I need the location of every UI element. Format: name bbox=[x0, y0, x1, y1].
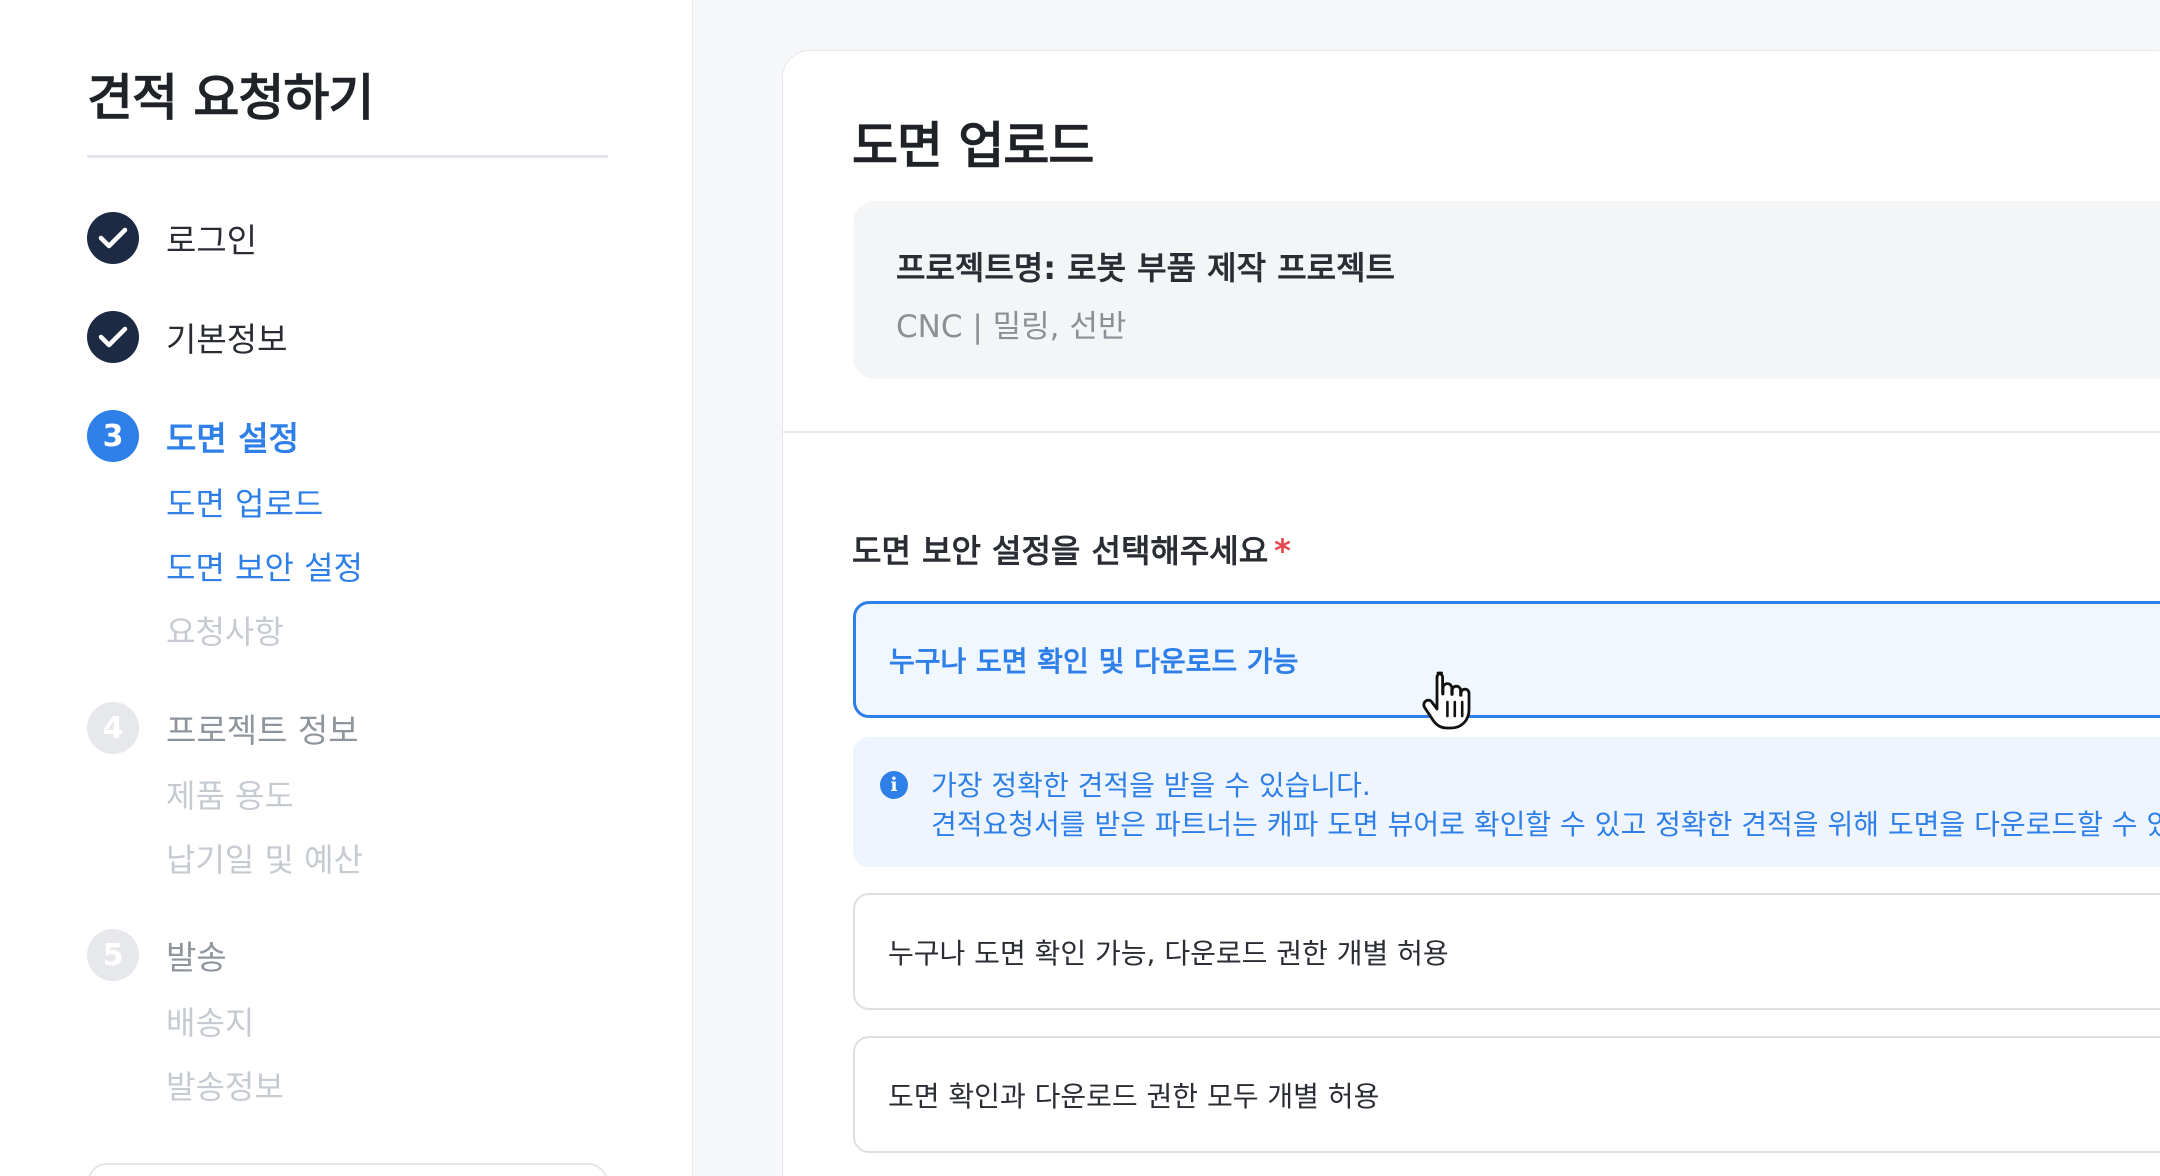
step-basic-info[interactable]: 기본정보 bbox=[87, 311, 287, 363]
substep-shipping-address[interactable]: 배송지 bbox=[166, 998, 254, 1044]
info-icon: i bbox=[880, 771, 908, 799]
security-option-open[interactable]: 누구나 도면 확인 및 다운로드 가능 bbox=[853, 601, 2160, 718]
substep-deadline-budget[interactable]: 납기일 및 예산 bbox=[166, 835, 363, 881]
hand-cursor-icon bbox=[1422, 671, 1471, 730]
substep-drawing-upload[interactable]: 도면 업로드 bbox=[166, 479, 323, 525]
project-process: CNC | 밀링, 선반 bbox=[896, 309, 1127, 345]
step-number-badge: 5 bbox=[87, 929, 139, 981]
step-label: 기본정보 bbox=[166, 320, 288, 359]
drawing-upload-card: 도면 업로드 프로젝트명: 로봇 부품 제작 프로젝트 CNC | 밀링, 선반… bbox=[782, 50, 2160, 1176]
substep-requests[interactable]: 요청사항 bbox=[166, 607, 284, 653]
sidebar-title: 견적 요청하기 bbox=[87, 69, 374, 127]
section-divider bbox=[783, 431, 2160, 433]
step-number-badge: 3 bbox=[87, 410, 139, 462]
step-number-badge: 4 bbox=[87, 702, 139, 754]
project-name: 프로젝트명: 로봇 부품 제작 프로젝트 bbox=[896, 249, 1395, 287]
page-title: 도면 업로드 bbox=[852, 117, 1094, 175]
security-option-restricted[interactable]: 도면 확인과 다운로드 권한 모두 개별 허용 bbox=[853, 1036, 2160, 1153]
info-line-2: 견적요청서를 받은 파트너는 캐파 도면 뷰어로 확인할 수 있고 정확한 견적… bbox=[931, 808, 2160, 841]
check-icon bbox=[87, 212, 139, 264]
option-info-box: i 가장 정확한 견적을 받을 수 있습니다. 견적요청서를 받은 파트너는 캐… bbox=[853, 737, 2160, 867]
sidebar-bottom-panel bbox=[87, 1163, 608, 1176]
sidebar-divider bbox=[87, 155, 608, 158]
info-line-1: 가장 정확한 견적을 받을 수 있습니다. bbox=[931, 769, 1371, 802]
step-label: 프로젝트 정보 bbox=[166, 711, 359, 750]
step-drawing-setup[interactable]: 3 도면 설정 bbox=[87, 410, 299, 462]
step-login[interactable]: 로그인 bbox=[87, 212, 257, 264]
check-icon bbox=[87, 311, 139, 363]
substep-product-usage[interactable]: 제품 용도 bbox=[166, 771, 294, 817]
project-summary: 프로젝트명: 로봇 부품 제작 프로젝트 CNC | 밀링, 선반 bbox=[853, 201, 2160, 379]
step-project-info[interactable]: 4 프로젝트 정보 bbox=[87, 702, 359, 754]
option-label: 누구나 도면 확인 및 다운로드 가능 bbox=[889, 644, 1299, 678]
option-label: 도면 확인과 다운로드 권한 모두 개별 허용 bbox=[888, 1079, 1380, 1113]
required-mark: * bbox=[1274, 532, 1291, 570]
question-label: 도면 보안 설정을 선택해주세요 bbox=[852, 532, 1269, 570]
option-label: 누구나 도면 확인 가능, 다운로드 권한 개별 허용 bbox=[888, 936, 1449, 970]
step-label: 발송 bbox=[166, 938, 227, 977]
substep-drawing-security[interactable]: 도면 보안 설정 bbox=[166, 543, 363, 589]
substep-send-info[interactable]: 발송정보 bbox=[166, 1062, 284, 1108]
security-question: 도면 보안 설정을 선택해주세요 * bbox=[852, 526, 1291, 572]
sidebar: 견적 요청하기 로그인 기본정보 3 도면 설정 도면 업로드 도면 보안 설정… bbox=[0, 0, 693, 1176]
step-send[interactable]: 5 발송 bbox=[87, 929, 227, 981]
security-option-view-only[interactable]: 누구나 도면 확인 가능, 다운로드 권한 개별 허용 bbox=[853, 893, 2160, 1010]
step-label: 로그인 bbox=[166, 221, 258, 260]
step-label: 도면 설정 bbox=[166, 419, 299, 458]
